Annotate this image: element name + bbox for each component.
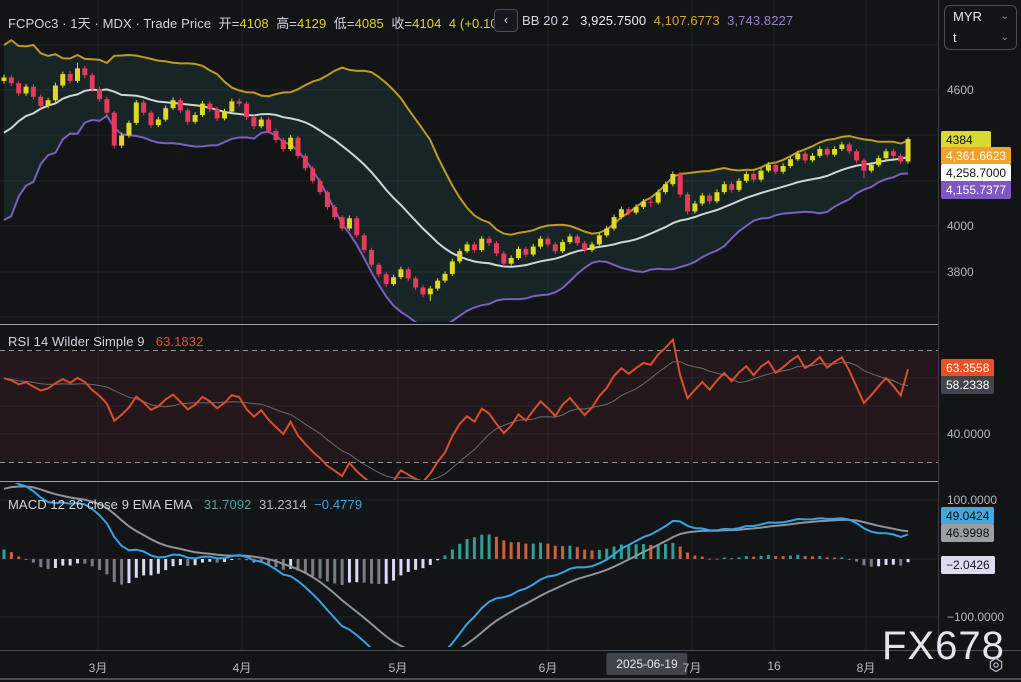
open-value: 4108 — [239, 16, 268, 31]
bb-title[interactable]: BB 20 2 — [522, 13, 569, 28]
crosshair-date-tag: 2025-06-19 — [606, 653, 687, 675]
trading-chart-app: FCPOc3 · 1天 · MDX · Trade Price 开=4108 高… — [0, 0, 1021, 681]
rsi-band-fill — [0, 351, 938, 463]
macd-title[interactable]: MACD 12 26 close 9 EMA EMA — [8, 497, 193, 512]
unit-select[interactable]: t ⌄ — [945, 27, 1016, 48]
bb-lower-value: 3,743.8227 — [727, 13, 793, 28]
currency-code: MYR — [953, 9, 982, 24]
indicator-collapse-button[interactable]: ‹ — [494, 9, 518, 32]
rsi-header[interactable]: RSI 14 Wilder Simple 9 63.1832 — [8, 334, 203, 349]
macd-hist-value: −0.4779 — [314, 497, 362, 512]
watermark: FX678 — [882, 624, 1005, 669]
axis-tick: 100.0000 — [947, 493, 997, 507]
window-bottom-edge — [0, 678, 1021, 680]
axis-tick: 4600 — [947, 83, 974, 97]
bb-basis-value: 3,925.7500 — [580, 13, 646, 28]
currency-unit-box: MYR ⌄ t ⌄ — [944, 5, 1017, 50]
macd-line-value: 31.7092 — [204, 497, 252, 512]
high-label: 高= — [276, 16, 297, 31]
close-value: 4104 — [412, 16, 441, 31]
unit-code: t — [953, 30, 957, 45]
open-label: 开= — [219, 16, 240, 31]
low-label: 低= — [334, 16, 355, 31]
low-value: 4085 — [355, 16, 384, 31]
rsi-title[interactable]: RSI 14 Wilder Simple 9 — [8, 334, 145, 349]
rsi-value: 63.1832 — [156, 334, 204, 349]
time-label: 7月 — [683, 659, 702, 676]
macd-hist-tag: −2.0426 — [941, 556, 995, 574]
axis-tick: 4000 — [947, 219, 974, 233]
symbol-title[interactable]: FCPOc3 · 1天 · MDX · Trade Price — [8, 16, 211, 31]
macd-signal-value: 31.2314 — [259, 497, 307, 512]
time-label: 8月 — [857, 659, 876, 676]
macd-signal-tag: 46.9998 — [941, 524, 994, 542]
axis-tick: 40.0000 — [947, 427, 990, 441]
time-label: 6月 — [539, 659, 558, 676]
rsi-value-tag: 63.3558 — [941, 359, 994, 377]
axis-tick: −100.0000 — [947, 610, 1004, 624]
time-label: 3月 — [89, 659, 108, 676]
high-value: 4129 — [297, 16, 326, 31]
price-axis[interactable]: 46004000380040.0000100.0000−100.00004384… — [939, 0, 1021, 650]
axis-separator-line — [938, 0, 939, 681]
axis-tick: 3800 — [947, 265, 974, 279]
close-label: 收= — [391, 16, 412, 31]
rsi-ma-tag: 58.2338 — [941, 376, 994, 394]
time-label: 5月 — [389, 659, 408, 676]
symbol-header[interactable]: FCPOc3 · 1天 · MDX · Trade Price 开=4108 高… — [8, 13, 514, 32]
time-label: 16 — [767, 659, 780, 673]
settings-gear-icon[interactable] — [988, 657, 1004, 673]
candlestick-chart-canvas[interactable] — [0, 0, 938, 650]
chevron-down-icon: ⌄ — [1001, 27, 1009, 48]
bb-upper-value: 4,107.6773 — [654, 13, 720, 28]
bb-basis-tag: 4,258.7000 — [941, 164, 1011, 182]
currency-select[interactable]: MYR ⌄ — [945, 6, 1016, 27]
bb-upper-tag: 4,361.6623 — [941, 147, 1011, 165]
macd-header[interactable]: MACD 12 26 close 9 EMA EMA 31.7092 31.23… — [8, 497, 362, 512]
bb-lower-tag: 4,155.7377 — [941, 181, 1011, 199]
bollinger-header[interactable]: BB 20 2 3,925.7500 4,107.6773 3,743.8227 — [522, 13, 793, 28]
chevron-down-icon: ⌄ — [1001, 6, 1009, 27]
macd-line-tag: 49.0424 — [941, 507, 994, 525]
time-label: 4月 — [233, 659, 252, 676]
